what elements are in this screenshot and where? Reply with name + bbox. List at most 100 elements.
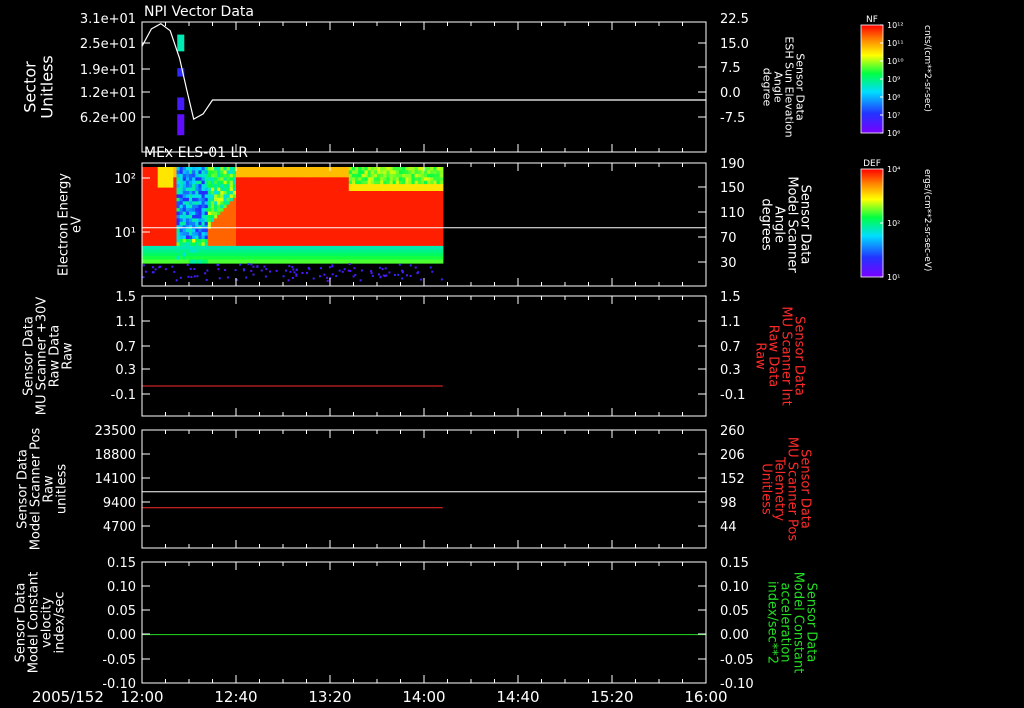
spectrogram-cell — [295, 173, 300, 178]
spectrogram-cell — [229, 232, 234, 237]
spectrogram-cell — [267, 259, 271, 264]
spectrogram-cell — [380, 204, 384, 209]
spectrogram-dot — [370, 270, 373, 273]
spectrogram-dot — [187, 275, 190, 278]
spectrogram-cell — [192, 170, 196, 175]
spectrogram-cell — [417, 245, 422, 250]
y2-axis-title-line: degree — [761, 68, 774, 107]
spectrogram-cell — [398, 221, 403, 226]
spectrogram-cell — [427, 228, 431, 233]
spectrogram-cell — [389, 242, 394, 247]
spectrogram-cell — [220, 256, 224, 261]
spectrogram-cell — [276, 170, 281, 175]
y2-tick-label: 0.00 — [720, 628, 749, 643]
spectrogram-cell — [239, 208, 243, 213]
spectrogram-cell — [145, 245, 149, 250]
spectrogram-dot — [179, 276, 182, 279]
spectrogram-cell — [220, 259, 224, 264]
y2-tick-label: 110 — [720, 206, 745, 221]
spectrogram-cell — [323, 232, 328, 237]
spectrogram-cell — [220, 242, 224, 247]
spectrogram-dot — [326, 276, 329, 279]
time-tick-label: 15:20 — [590, 688, 633, 706]
spectrogram-cell — [370, 259, 375, 264]
spectrogram-dot — [234, 269, 237, 272]
spectrogram-cell — [370, 180, 375, 185]
y-tick-label: 0.15 — [107, 556, 136, 571]
spectrogram-cell — [248, 180, 253, 185]
spectrogram-cell — [163, 259, 168, 264]
spectrogram-cell — [248, 170, 253, 175]
spectrogram-cell — [439, 259, 444, 264]
colorbar-tick-label: 10² — [887, 219, 900, 228]
spectrogram-cell — [145, 208, 149, 213]
y2-tick-label: 22.5 — [720, 12, 749, 27]
spectrogram-cell — [342, 170, 347, 175]
spectrogram-cell — [436, 242, 441, 247]
spectrogram-cell — [182, 242, 187, 247]
spectrogram-cell — [182, 256, 187, 261]
spectrogram-cell — [267, 232, 271, 237]
spectrogram-cell — [370, 256, 375, 261]
spectrogram-dot — [226, 276, 229, 279]
spectrogram-cell — [351, 242, 356, 247]
spectrogram-dot — [287, 279, 290, 282]
spectrogram-cell — [398, 194, 403, 199]
colorbar-tick-label: 10¹⁰ — [887, 57, 904, 66]
spectrogram-cell — [439, 232, 444, 237]
y2-tick-label: 190 — [720, 157, 745, 172]
spectrogram-cell — [439, 197, 444, 202]
spectrogram-dot — [154, 268, 157, 271]
spectrogram-cell — [427, 173, 431, 178]
spectrogram-dot — [409, 264, 412, 267]
spectrogram-cell — [436, 221, 441, 226]
spectrogram-cell — [436, 197, 441, 202]
spectrogram-cell — [286, 208, 290, 213]
spectrogram-cell — [267, 184, 271, 189]
spectrogram-dot — [401, 277, 404, 280]
spectrogram-dot — [440, 278, 443, 281]
spectrogram-cell — [323, 242, 328, 247]
spectrogram-dot — [260, 269, 263, 272]
spectrogram-cell — [154, 173, 159, 178]
spectrogram-cell — [267, 228, 271, 233]
spectrogram-dot — [331, 273, 334, 276]
spectrogram-cell — [408, 184, 412, 189]
spectrogram-cell — [370, 218, 375, 223]
spectrogram-cell — [342, 232, 347, 237]
spectrogram-cell — [248, 232, 253, 237]
spectrogram-cell — [229, 208, 234, 213]
spectrogram-cell — [439, 218, 444, 223]
spectrogram-cell — [398, 228, 403, 233]
spectrogram-cell — [192, 173, 196, 178]
spectrogram-cell — [436, 228, 441, 233]
spectrogram-cell — [370, 228, 375, 233]
spectrogram-cell — [163, 208, 168, 213]
spectrogram-cell — [304, 180, 309, 185]
spectrogram-cell — [427, 232, 431, 237]
colorbar-tick-label: 10¹ — [887, 273, 900, 282]
spectrogram-cell — [163, 232, 168, 237]
spectrogram-cell — [342, 228, 347, 233]
spectrogram-cell — [295, 228, 300, 233]
spectrogram-dot — [331, 264, 334, 267]
spectrogram-cell — [304, 170, 309, 175]
spectrogram-cell — [192, 208, 196, 213]
spectrogram-cell — [380, 232, 384, 237]
spectrogram-cell — [267, 242, 271, 247]
spectrogram-cell — [163, 173, 168, 178]
colorbar-tick-label: 10¹² — [887, 21, 904, 30]
spectrogram-cell — [361, 218, 365, 223]
spectrogram-cell — [436, 208, 441, 213]
spectrogram-dot — [292, 268, 295, 271]
spectrogram-cell — [192, 245, 196, 250]
spectrogram-cell — [323, 228, 328, 233]
spectrogram-cell — [229, 259, 234, 264]
spectrogram-cell — [257, 208, 262, 213]
spectrogram-cell — [201, 194, 206, 199]
spectrogram-cell — [276, 228, 281, 233]
spectrogram-cell — [192, 259, 196, 264]
spectrogram-cell — [239, 259, 243, 264]
spectrogram-cell — [361, 204, 365, 209]
spectrogram-cell — [361, 221, 365, 226]
